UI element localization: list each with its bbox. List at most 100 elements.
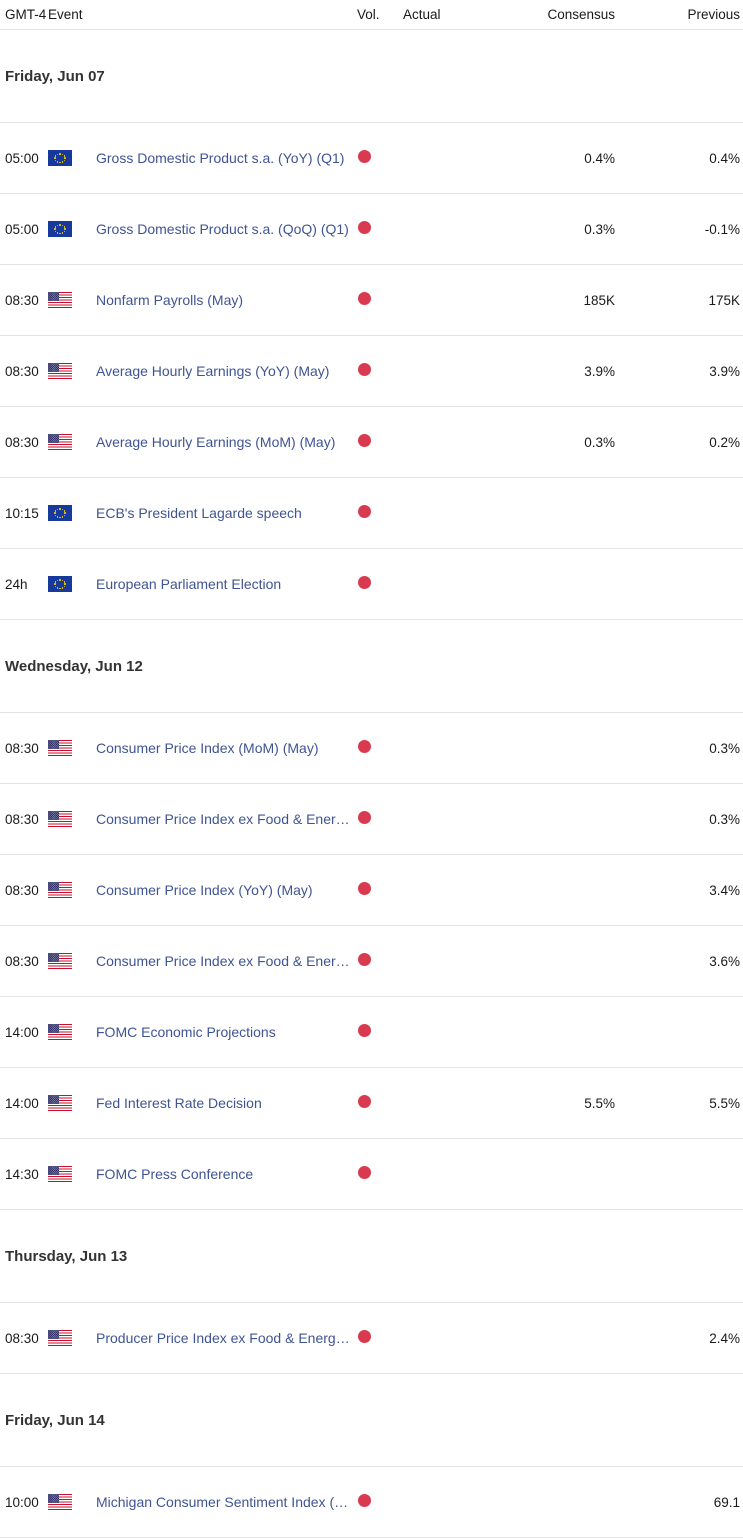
- event-cell: Fed Interest Rate Decision: [96, 1095, 357, 1111]
- table-row[interactable]: 08:30 Consumer Price Index ex Food & Ener…: [0, 784, 743, 855]
- table-header-row: GMT-4 Event Vol. Actual Consensus Previo…: [0, 0, 743, 30]
- event-name-link[interactable]: Average Hourly Earnings (MoM) (May): [96, 434, 355, 450]
- previous-value: 0.2%: [709, 434, 740, 450]
- previous-value: 175K: [708, 292, 740, 308]
- volatility-high-dot-icon: [358, 434, 371, 447]
- country-flag-cell: [48, 1024, 96, 1041]
- table-row[interactable]: 08:30 Consumer Price Index (MoM) (May) 0.3…: [0, 713, 743, 784]
- us-flag-icon: [48, 740, 72, 757]
- event-name-link[interactable]: FOMC Economic Projections: [96, 1024, 355, 1040]
- event-name-link[interactable]: FOMC Press Conference: [96, 1166, 355, 1182]
- table-row[interactable]: 05:00 Gross Domestic Product s.a. (QoQ) (…: [0, 194, 743, 265]
- eu-flag-icon: [48, 150, 72, 167]
- event-cell: Consumer Price Index (YoY) (May): [96, 882, 357, 898]
- table-row[interactable]: 14:00 FOMC Economic Projections: [0, 997, 743, 1068]
- us-flag-icon: [48, 811, 72, 828]
- column-header-volatility: Vol.: [357, 7, 380, 22]
- country-flag-cell: [48, 363, 96, 380]
- date-group-header: Friday, Jun 14: [0, 1374, 743, 1467]
- volatility-high-dot-icon: [358, 740, 371, 753]
- country-flag-cell: [48, 221, 96, 238]
- country-flag-cell: [48, 1494, 96, 1511]
- table-row[interactable]: 10:00 Michigan Consumer Sentiment Index (…: [0, 1467, 743, 1538]
- column-header-actual: Actual: [403, 7, 441, 22]
- volatility-cell: [357, 811, 403, 827]
- volatility-cell: [357, 882, 403, 898]
- table-row[interactable]: 08:30 Average Hourly Earnings (YoY) (May)…: [0, 336, 743, 407]
- volatility-cell: [357, 1330, 403, 1346]
- column-header-previous: Previous: [687, 7, 740, 22]
- event-name-link[interactable]: ECB's President Lagarde speech: [96, 505, 355, 521]
- event-time: 10:15: [5, 505, 39, 521]
- event-cell: Average Hourly Earnings (MoM) (May): [96, 434, 357, 450]
- country-flag-cell: [48, 1166, 96, 1183]
- event-name-link[interactable]: Michigan Consumer Sentiment Index (Jun) …: [96, 1494, 355, 1510]
- us-flag-icon: [48, 363, 72, 380]
- consensus-value: 5.5%: [584, 1095, 615, 1111]
- previous-value: 0.3%: [709, 740, 740, 756]
- date-group-header: Thursday, Jun 13: [0, 1210, 743, 1303]
- event-cell: Nonfarm Payrolls (May): [96, 292, 357, 308]
- table-row[interactable]: 08:30 Average Hourly Earnings (MoM) (May)…: [0, 407, 743, 478]
- event-name-link[interactable]: European Parliament Election: [96, 576, 355, 592]
- column-header-event: Event: [48, 7, 83, 22]
- consensus-value: 3.9%: [584, 363, 615, 379]
- previous-value: -0.1%: [704, 221, 740, 237]
- table-row[interactable]: 14:30 FOMC Press Conference: [0, 1139, 743, 1210]
- event-name-link[interactable]: Consumer Price Index (MoM) (May): [96, 740, 355, 756]
- table-row[interactable]: 08:30 Consumer Price Index ex Food & Ener…: [0, 926, 743, 997]
- event-name-link[interactable]: Consumer Price Index ex Food & Energy (M…: [96, 811, 355, 827]
- event-cell: European Parliament Election: [96, 576, 357, 592]
- event-name-link[interactable]: Nonfarm Payrolls (May): [96, 292, 355, 308]
- us-flag-icon: [48, 434, 72, 451]
- table-row[interactable]: 08:30 Producer Price Index ex Food & Ener…: [0, 1303, 743, 1374]
- volatility-high-dot-icon: [358, 150, 371, 163]
- table-row[interactable]: 05:00 Gross Domestic Product s.a. (YoY) (…: [0, 123, 743, 194]
- column-header-consensus: Consensus: [547, 7, 615, 22]
- event-name-link[interactable]: Gross Domestic Product s.a. (YoY) (Q1): [96, 150, 355, 166]
- event-cell: ECB's President Lagarde speech: [96, 505, 357, 521]
- volatility-high-dot-icon: [358, 1330, 371, 1343]
- table-row[interactable]: 14:00 Fed Interest Rate Decision 5.5% 5.5%: [0, 1068, 743, 1139]
- event-time: 24h: [5, 576, 28, 592]
- eu-flag-icon: [48, 576, 72, 593]
- volatility-cell: [357, 576, 403, 592]
- table-row[interactable]: 24h European Parliament Election: [0, 549, 743, 620]
- event-name-link[interactable]: Fed Interest Rate Decision: [96, 1095, 355, 1111]
- event-time: 08:30: [5, 434, 39, 450]
- volatility-cell: [357, 221, 403, 237]
- country-flag-cell: [48, 292, 96, 309]
- country-flag-cell: [48, 953, 96, 970]
- event-time: 05:00: [5, 221, 39, 237]
- volatility-high-dot-icon: [358, 292, 371, 305]
- volatility-cell: [357, 505, 403, 521]
- event-time: 08:30: [5, 882, 39, 898]
- volatility-high-dot-icon: [358, 953, 371, 966]
- volatility-high-dot-icon: [358, 505, 371, 518]
- table-row[interactable]: 08:30 Nonfarm Payrolls (May) 185K 175K: [0, 265, 743, 336]
- event-cell: Consumer Price Index (MoM) (May): [96, 740, 357, 756]
- event-name-link[interactable]: Producer Price Index ex Food & Energy (Y…: [96, 1330, 355, 1346]
- country-flag-cell: [48, 505, 96, 522]
- event-cell: Michigan Consumer Sentiment Index (Jun) …: [96, 1494, 357, 1510]
- event-time: 10:00: [5, 1494, 39, 1510]
- volatility-cell: [357, 953, 403, 969]
- date-group-header: Wednesday, Jun 12: [0, 620, 743, 713]
- consensus-value: 0.3%: [584, 434, 615, 450]
- us-flag-icon: [48, 882, 72, 899]
- event-name-link[interactable]: Average Hourly Earnings (YoY) (May): [96, 363, 355, 379]
- country-flag-cell: [48, 434, 96, 451]
- volatility-high-dot-icon: [358, 1095, 371, 1108]
- event-time: 05:00: [5, 150, 39, 166]
- event-cell: Producer Price Index ex Food & Energy (Y…: [96, 1330, 357, 1346]
- event-name-link[interactable]: Consumer Price Index ex Food & Energy (Y…: [96, 953, 355, 969]
- table-row[interactable]: 08:30 Consumer Price Index (YoY) (May) 3.4…: [0, 855, 743, 926]
- event-name-link[interactable]: Consumer Price Index (YoY) (May): [96, 882, 355, 898]
- previous-value: 3.9%: [709, 363, 740, 379]
- country-flag-cell: [48, 150, 96, 167]
- event-name-link[interactable]: Gross Domestic Product s.a. (QoQ) (Q1): [96, 221, 355, 237]
- event-cell: Gross Domestic Product s.a. (QoQ) (Q1): [96, 221, 357, 237]
- table-row[interactable]: 10:15 ECB's President Lagarde speech: [0, 478, 743, 549]
- event-cell: Gross Domestic Product s.a. (YoY) (Q1): [96, 150, 357, 166]
- us-flag-icon: [48, 953, 72, 970]
